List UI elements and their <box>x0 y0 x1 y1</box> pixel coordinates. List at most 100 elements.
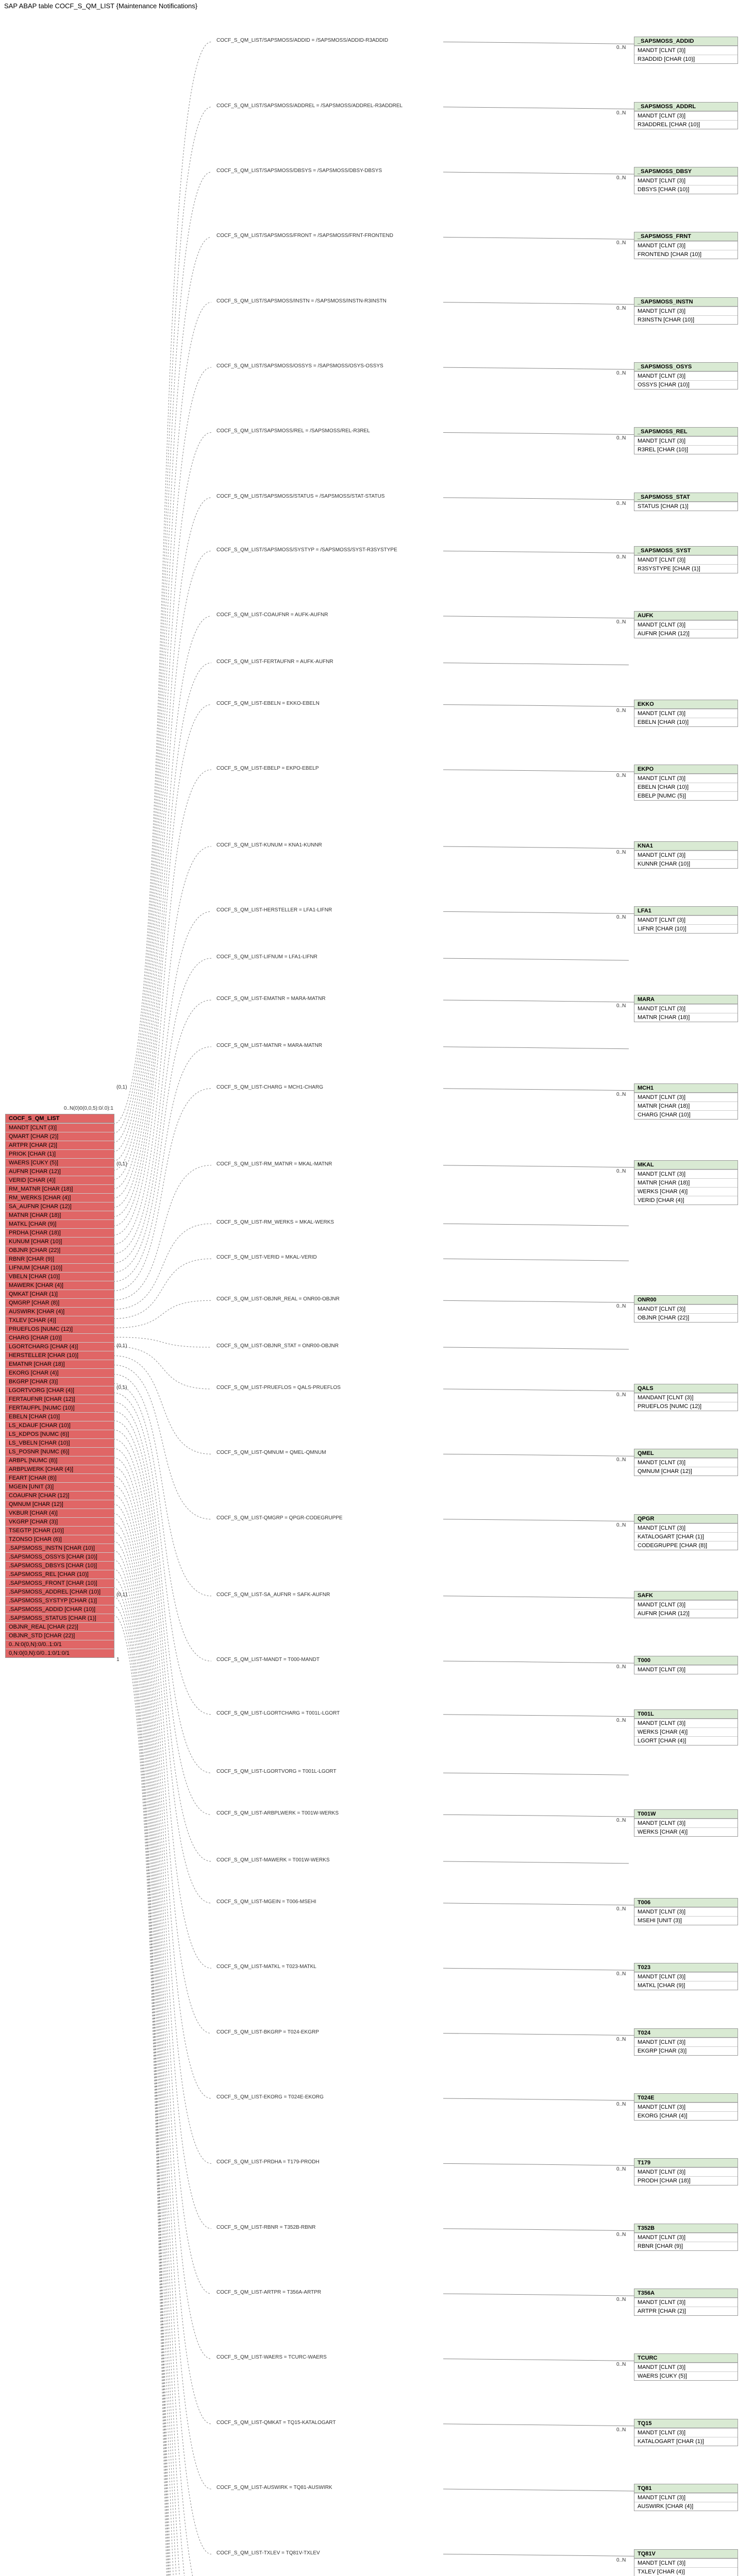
target-table-box: QMELMANDT [CLNT (3)]QMNUM [CHAR (12)] <box>634 1449 738 1476</box>
target-field: WERKS [CHAR (4)] <box>634 1187 738 1196</box>
cardinality-label: 0..N <box>616 1718 626 1723</box>
target-box-title: T352B <box>634 2224 738 2233</box>
edge-label: COCF_S_QM_LIST-ARTPR = T356A-ARTPR <box>216 2290 321 2295</box>
source-cardinality: (0,1) <box>116 1592 127 1598</box>
root-field: .SAPSMOSS_REL [CHAR (10)] <box>6 1570 114 1579</box>
cardinality-label: 0..N <box>616 175 626 181</box>
root-field: AUFNR [CHAR (12)] <box>6 1167 114 1176</box>
edge-label: COCF_S_QM_LIST/SAPSMOSS/SYSTYP = /SAPSMO… <box>216 547 397 553</box>
edge-label: COCF_S_QM_LIST/SAPSMOSS/REL = /SAPSMOSS/… <box>216 428 370 434</box>
target-field: MANDT [CLNT (3)] <box>634 2558 738 2567</box>
target-table-box: T001LMANDT [CLNT (3)]WERKS [CHAR (4)]LGO… <box>634 1709 738 1745</box>
edge-label: COCF_S_QM_LIST-OBJNR_REAL = ONR00-OBJNR <box>216 1296 340 1302</box>
cardinality-label: 0..N <box>616 2102 626 2107</box>
cardinality-label: 0..N <box>616 619 626 625</box>
root-field: PRDHA [CHAR (18)] <box>6 1228 114 1237</box>
target-table-box: AUFKMANDT [CLNT (3)]AUFNR [CHAR (12)] <box>634 611 738 638</box>
edge-label: COCF_S_QM_LIST-AUSWIRK = TQ81-AUSWIRK <box>216 2485 332 2490</box>
root-field: LS_POSNR [NUMC (6)] <box>6 1447 114 1456</box>
target-box-title: T023 <box>634 1963 738 1972</box>
target-field: MANDT [CLNT (3)] <box>634 1170 738 1178</box>
target-field: MSEHI [UNIT (3)] <box>634 1916 738 1925</box>
target-table-box: MKALMANDT [CLNT (3)]MATNR [CHAR (18)]WER… <box>634 1160 738 1205</box>
root-footer: 0,N:0(0,N):0/0..1:0/1:0/1 <box>6 1649 114 1657</box>
target-field: AUSWIRK [CHAR (4)] <box>634 2502 738 2511</box>
target-field: MANDANT [CLNT (3)] <box>634 1393 738 1402</box>
edge-label: COCF_S_QM_LIST-RM_WERKS = MKAL-WERKS <box>216 1219 334 1225</box>
root-table-box: COCF_S_QM_LIST MANDT [CLNT (3)]QMART [CH… <box>5 1114 114 1658</box>
cardinality-label: 0..N <box>616 1971 626 1977</box>
cardinality-label: 0..N <box>616 2232 626 2238</box>
target-table-box: ONR00MANDT [CLNT (3)]OBJNR [CHAR (22)] <box>634 1295 738 1323</box>
target-table-box: _SAPSMOSS_STATSTATUS [CHAR (1)] <box>634 493 738 511</box>
target-box-title: MCH1 <box>634 1084 738 1093</box>
target-table-box: EKPOMANDT [CLNT (3)]EBELN [CHAR (10)]EBE… <box>634 765 738 801</box>
root-field: QMNUM [CHAR (12)] <box>6 1500 114 1509</box>
root-field: FERTAUFPL [NUMC (10)] <box>6 1403 114 1412</box>
target-field: EBELN [CHAR (10)] <box>634 783 738 791</box>
root-field: .SAPSMOSS_DBSYS [CHAR (10)] <box>6 1561 114 1570</box>
target-table-box: TCURCMANDT [CLNT (3)]WAERS [CUKY (5)] <box>634 2353 738 2381</box>
edge-label: COCF_S_QM_LIST-MGEIN = T006-MSEHI <box>216 1899 316 1905</box>
cardinality-label: 0..N <box>616 2297 626 2302</box>
root-field: MATNR [CHAR (18)] <box>6 1211 114 1219</box>
target-field: CHARG [CHAR (10)] <box>634 1110 738 1119</box>
edge-label: COCF_S_QM_LIST-FERTAUFNR = AUFK-AUFNR <box>216 659 333 665</box>
target-box-title: _SAPSMOSS_INSTN <box>634 298 738 307</box>
edge-label: COCF_S_QM_LIST-PRDHA = T179-PRODH <box>216 2159 320 2165</box>
root-field: ARBPL [NUMC (8)] <box>6 1456 114 1465</box>
target-box-title: TQ15 <box>634 2419 738 2428</box>
root-field: MGEIN [UNIT (3)] <box>6 1482 114 1491</box>
target-field: QMNUM [CHAR (12)] <box>634 1467 738 1476</box>
target-field: MANDT [CLNT (3)] <box>634 2493 738 2502</box>
source-cardinality: (0,1) <box>116 1385 127 1391</box>
cardinality-label: 0..N <box>616 554 626 560</box>
target-field: VERID [CHAR (4)] <box>634 1196 738 1205</box>
target-box-title: TQ81V <box>634 2550 738 2558</box>
target-table-box: TQ15MANDT [CLNT (3)]KATALOGART [CHAR (1)… <box>634 2419 738 2446</box>
target-field: MANDT [CLNT (3)] <box>634 46 738 55</box>
cardinality-label: 0..N <box>616 2362 626 2367</box>
root-field: EKORG [CHAR (4)] <box>6 1368 114 1377</box>
edge-label: COCF_S_QM_LIST-LIFNUM = LFA1-LIFNR <box>216 954 317 960</box>
edge-label: COCF_S_QM_LIST-SA_AUFNR = SAFK-AUFNR <box>216 1592 330 1598</box>
target-box-title: _SAPSMOSS_REL <box>634 428 738 436</box>
edge-label: COCF_S_QM_LIST-OBJNR_STAT = ONR00-OBJNR <box>216 1343 339 1349</box>
target-field: MANDT [CLNT (3)] <box>634 436 738 445</box>
cardinality-label: 0..N <box>616 1522 626 1528</box>
target-table-box: T024EMANDT [CLNT (3)]EKORG [CHAR (4)] <box>634 2093 738 2121</box>
edge-label: COCF_S_QM_LIST-CHARG = MCH1-CHARG <box>216 1084 323 1090</box>
target-box-title: _SAPSMOSS_STAT <box>634 493 738 502</box>
target-field: R3SYSTYPE [CHAR (1)] <box>634 564 738 573</box>
target-table-box: T179MANDT [CLNT (3)]PRODH [CHAR (18)] <box>634 2158 738 2185</box>
target-box-title: TQ81 <box>634 2484 738 2493</box>
target-field: MANDT [CLNT (3)] <box>634 916 738 924</box>
root-field: VKBUR [CHAR (4)] <box>6 1509 114 1517</box>
target-field: FRONTEND [CHAR (10)] <box>634 250 738 259</box>
edge-label: COCF_S_QM_LIST/SAPSMOSS/OSSYS = /SAPSMOS… <box>216 363 383 369</box>
root-field: .SAPSMOSS_OSSYS [CHAR (10)] <box>6 1552 114 1561</box>
page-title: SAP ABAP table COCF_S_QM_LIST {Maintenan… <box>0 0 754 12</box>
root-field: QMKAT [CHAR (1)] <box>6 1290 114 1298</box>
target-field: OBJNR [CHAR (22)] <box>634 1313 738 1322</box>
root-left-annotation: 0..N(0)0(0,0,5):0/.0):1 <box>5 1106 113 1111</box>
cardinality-label: 0..N <box>616 1818 626 1823</box>
root-field: CHARG [CHAR (10)] <box>6 1333 114 1342</box>
target-box-title: _SAPSMOSS_ADDID <box>634 37 738 46</box>
target-table-box: T352BMANDT [CLNT (3)]RBNR [CHAR (9)] <box>634 2224 738 2251</box>
cardinality-label: 0..N <box>616 370 626 376</box>
root-field: LS_VBELN [CHAR (10)] <box>6 1438 114 1447</box>
edge-label: COCF_S_QM_LIST-VERID = MKAL-VERID <box>216 1255 317 1260</box>
cardinality-label: 0..N <box>616 306 626 311</box>
target-table-box: QPGRMANDT [CLNT (3)]KATALOGART [CHAR (1)… <box>634 1514 738 1550</box>
target-box-title: ONR00 <box>634 1296 738 1304</box>
target-box-title: QALS <box>634 1384 738 1393</box>
target-table-box: T006MANDT [CLNT (3)]MSEHI [UNIT (3)] <box>634 1898 738 1925</box>
root-field: HERSTELLER [CHAR (10)] <box>6 1351 114 1360</box>
edge-label: COCF_S_QM_LIST/SAPSMOSS/INSTN = /SAPSMOS… <box>216 298 387 304</box>
target-box-title: T006 <box>634 1899 738 1907</box>
cardinality-label: 0..N <box>616 1092 626 1097</box>
target-field: R3INSTN [CHAR (10)] <box>634 315 738 324</box>
target-field: AUFNR [CHAR (12)] <box>634 629 738 638</box>
target-field: MANDT [CLNT (3)] <box>634 371 738 380</box>
